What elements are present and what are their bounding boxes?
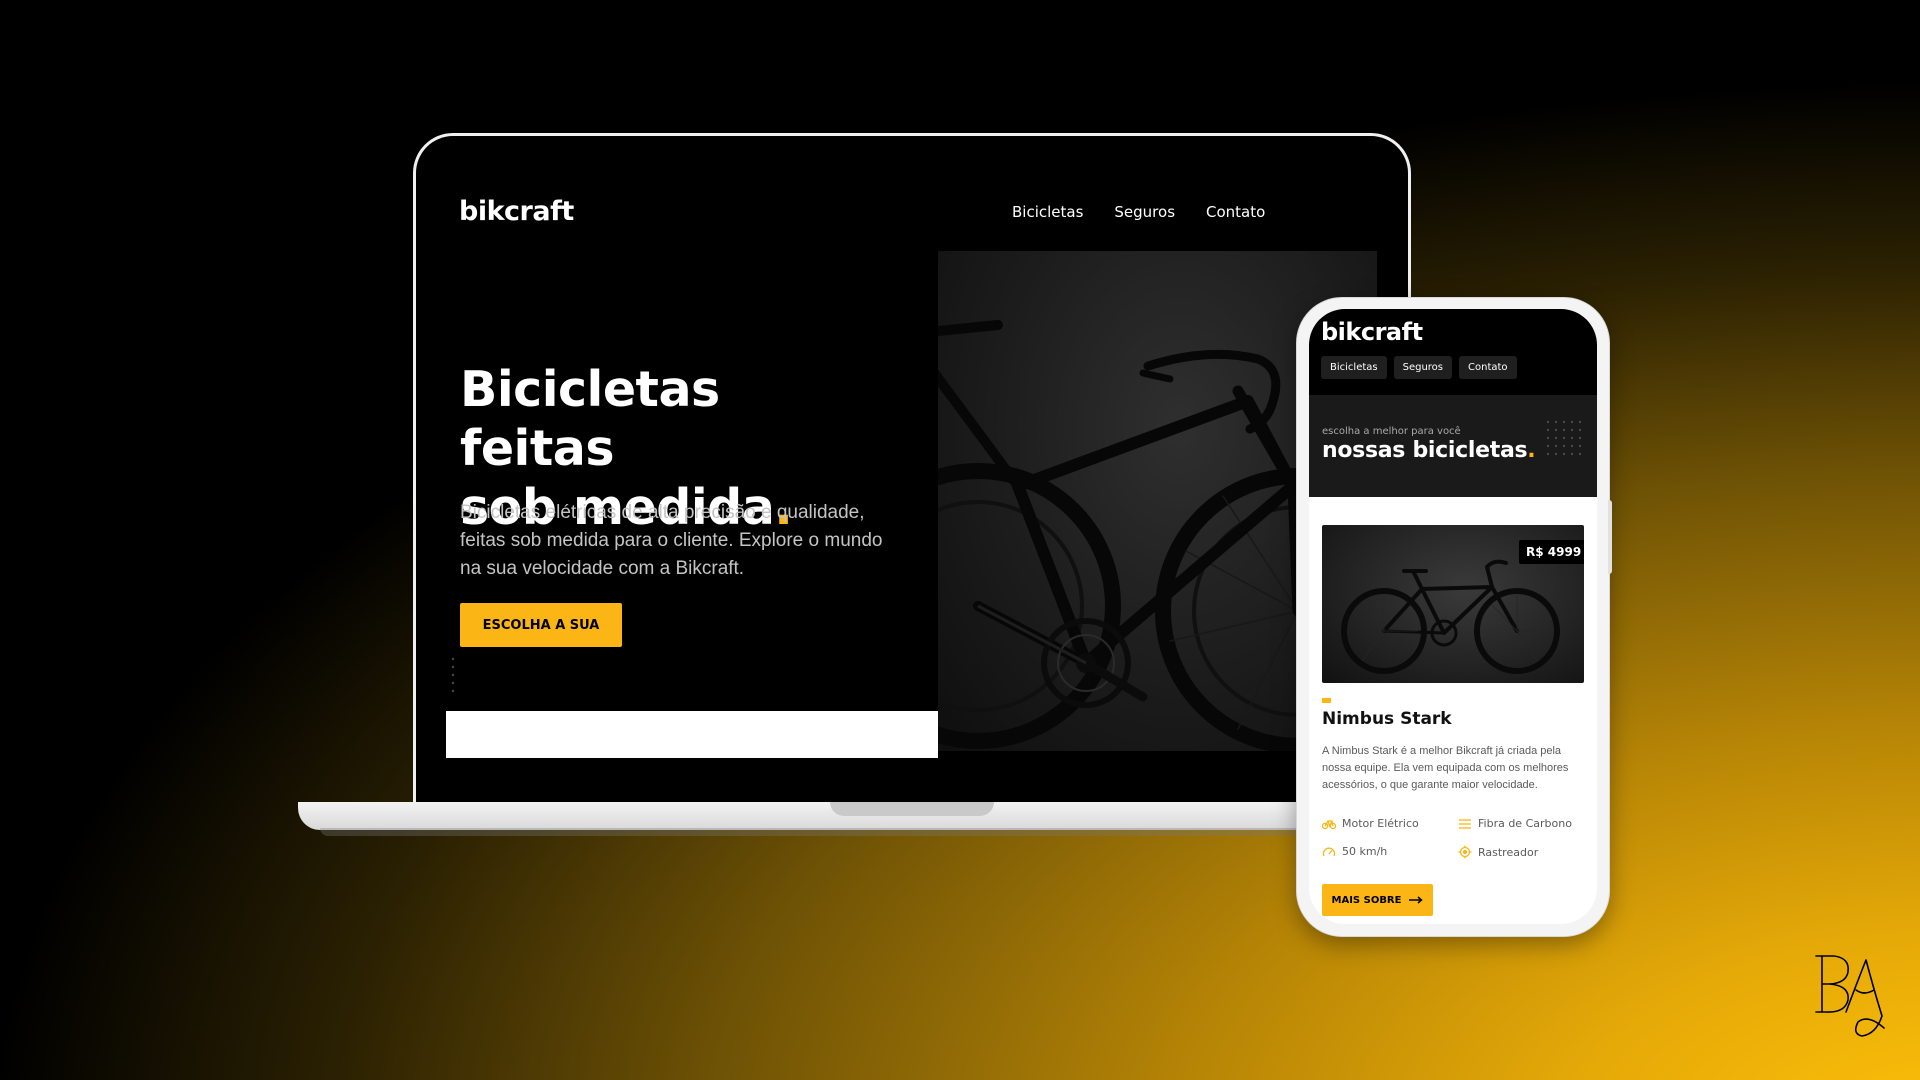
nav-link-contato[interactable]: Contato — [1206, 203, 1265, 221]
mobile-hero-title-dot: . — [1527, 438, 1536, 463]
mobile-nav: Bicicletas Seguros Contato — [1321, 356, 1517, 379]
spec-item: Fibra de Carbono — [1458, 817, 1572, 830]
nav-link-bicicletas[interactable]: Bicicletas — [1012, 203, 1083, 221]
brand-monogram-logo — [1815, 955, 1885, 1037]
decorative-dots — [451, 657, 455, 693]
section-divider — [446, 711, 938, 758]
desktop-site-screen: bikcraft Bicicletas Seguros Contato Bici… — [446, 166, 1377, 758]
carbon-icon — [1459, 818, 1471, 829]
price-badge: R$ 4999 — [1519, 540, 1584, 564]
hero-description: Bicicletas elétricas de alta precisão e … — [460, 502, 883, 579]
mobile-header: bikcraft Bicicletas Seguros Contato — [1309, 309, 1597, 395]
phone-side-button — [1608, 500, 1612, 574]
spec-label: Rastreador — [1478, 845, 1539, 859]
decorative-dots — [1546, 420, 1582, 456]
mobile-nav-contato[interactable]: Contato — [1459, 356, 1517, 379]
spec-item: 50 km/h — [1322, 845, 1387, 858]
mobile-hero-title: nossas bicicletas. — [1322, 438, 1536, 463]
spec-item: Motor Elétrico — [1322, 817, 1419, 830]
mobile-nav-bicicletas[interactable]: Bicicletas — [1321, 356, 1387, 379]
choose-yours-button[interactable]: ESCOLHA A SUA — [460, 603, 622, 647]
hero-title-line1: Bicicletas feitas — [460, 361, 720, 477]
speedometer-icon — [1322, 847, 1336, 856]
arrow-right-icon — [1409, 896, 1424, 904]
tracker-icon — [1458, 845, 1472, 859]
mobile-hero-subtitle: escolha a melhor para você — [1322, 426, 1461, 437]
desktop-logo[interactable]: bikcraft — [459, 196, 574, 227]
spec-item: Rastreador — [1458, 845, 1538, 859]
desktop-nav: Bicicletas Seguros Contato — [1012, 203, 1265, 221]
mobile-nav-seguros[interactable]: Seguros — [1393, 356, 1453, 379]
mobile-logo[interactable]: bikcraft — [1321, 318, 1423, 346]
mobile-hero: escolha a melhor para você nossas bicicl… — [1309, 395, 1597, 497]
more-about-label: MAIS SOBRE — [1331, 894, 1402, 906]
mobile-site-screen: bikcraft Bicicletas Seguros Contato esco… — [1309, 309, 1597, 924]
laptop-notch — [830, 802, 994, 816]
spec-label: Fibra de Carbono — [1478, 817, 1572, 830]
spec-label: 50 km/h — [1342, 845, 1388, 858]
more-about-button[interactable]: MAIS SOBRE — [1322, 884, 1433, 916]
product-image[interactable]: R$ 4999 — [1322, 525, 1584, 683]
product-name[interactable]: Nimbus Stark — [1322, 709, 1452, 729]
spec-label: Motor Elétrico — [1342, 817, 1419, 830]
product-description: A Nimbus Stark é a melhor Bikcraft já cr… — [1322, 745, 1569, 791]
bike-icon — [1322, 819, 1336, 829]
nav-link-seguros[interactable]: Seguros — [1114, 203, 1175, 221]
mobile-hero-title-text: nossas bicicletas — [1322, 438, 1528, 463]
accent-bar — [1322, 698, 1331, 703]
